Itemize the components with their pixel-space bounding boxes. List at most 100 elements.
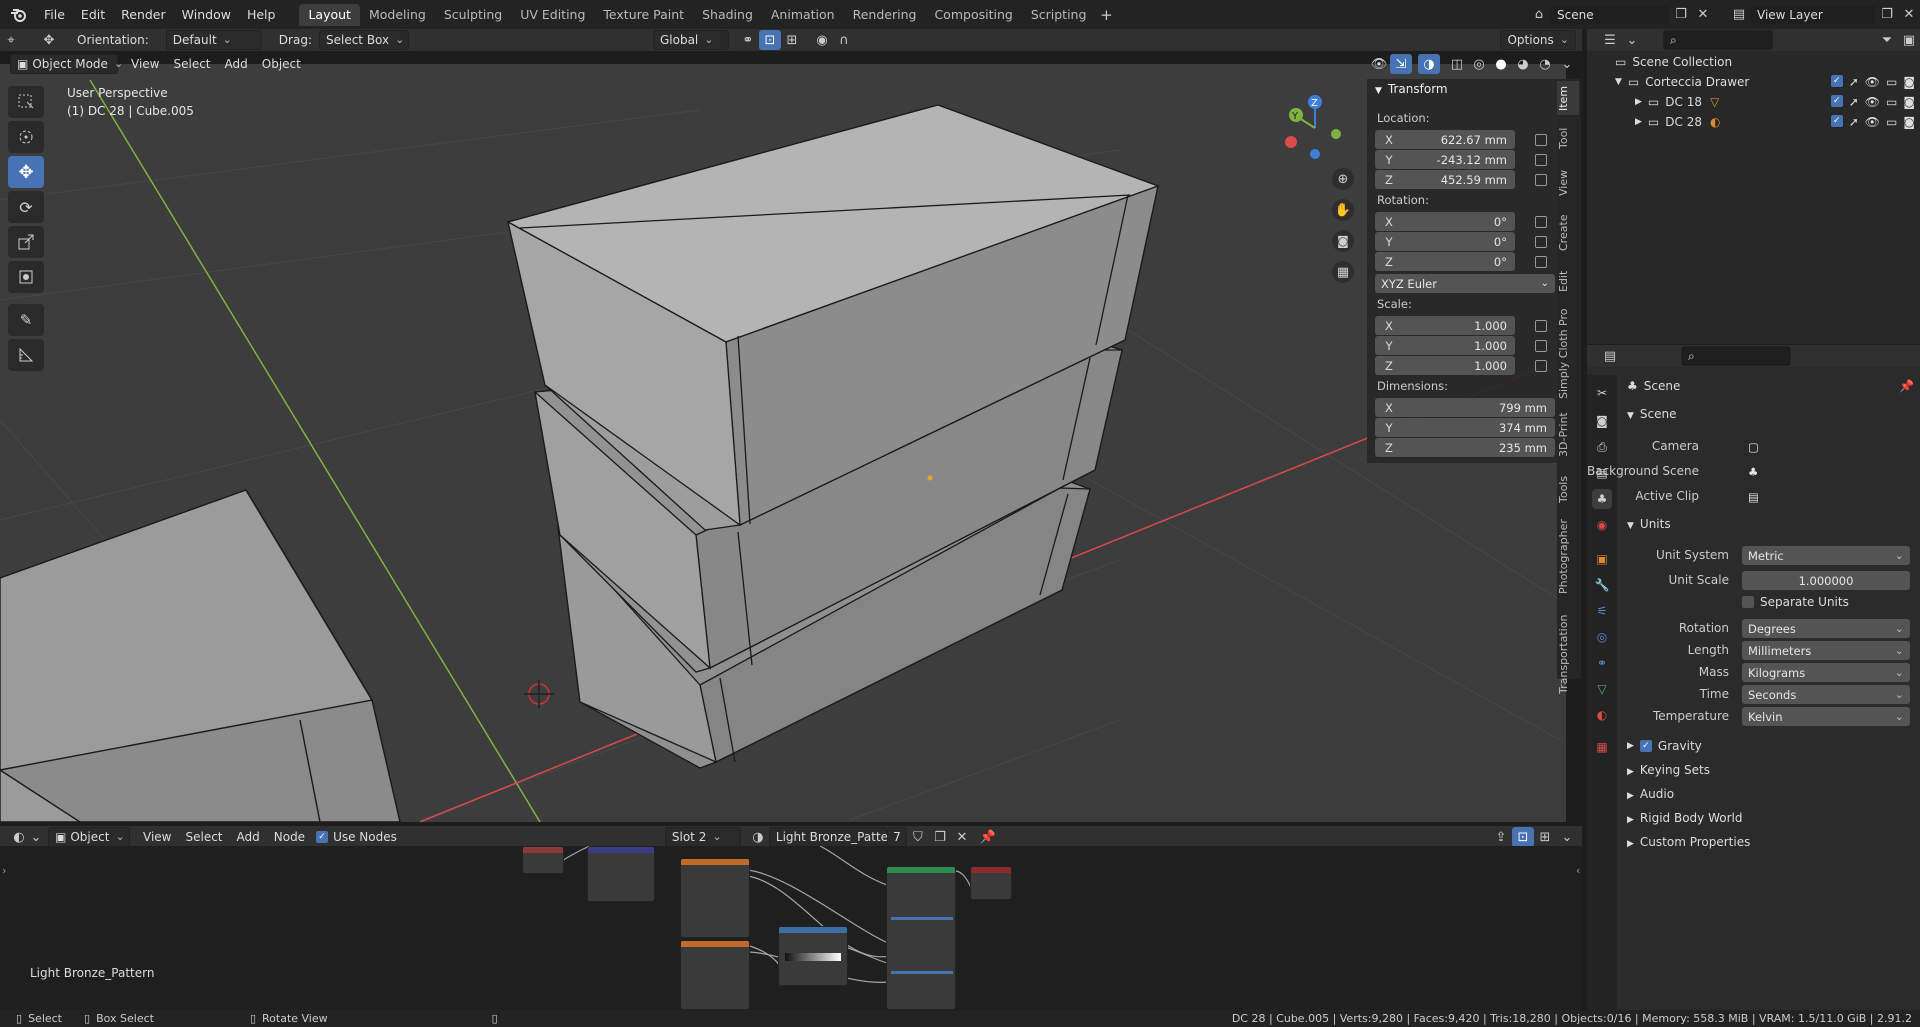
separate-units-checkbox[interactable]: Separate Units	[1742, 595, 1849, 609]
time-dropdown[interactable]: Seconds	[1742, 685, 1910, 704]
lock-rotation-x-icon[interactable]	[1535, 216, 1547, 228]
tab-item[interactable]: Item	[1557, 81, 1579, 115]
tab-layout[interactable]: Layout	[299, 3, 360, 26]
duplicate-material-icon[interactable]: ❐	[929, 827, 951, 847]
copy-scene-icon[interactable]: ❐	[1670, 5, 1692, 25]
scale-tool-icon[interactable]	[8, 226, 44, 258]
shader-type-dropdown[interactable]: ▣ Object	[48, 827, 130, 847]
rotation-units-dropdown[interactable]: Degrees	[1742, 619, 1910, 638]
audio-panel-header[interactable]: ▶ Audio	[1627, 787, 1674, 801]
copy-view-layer-icon[interactable]: ❐	[1876, 5, 1898, 25]
tab-tools[interactable]: Tools	[1557, 469, 1579, 509]
tab-sculpting[interactable]: Sculpting	[435, 4, 511, 26]
scene-panel-header[interactable]: ▼ Scene	[1627, 407, 1677, 421]
cursor-tool-icon[interactable]	[8, 121, 44, 153]
node-mapping[interactable]	[587, 846, 655, 902]
material-preview-icon[interactable]: ◑	[747, 827, 769, 847]
render-camera-icon[interactable]: ◙	[1903, 115, 1915, 129]
tab-view[interactable]: View	[1557, 165, 1579, 201]
remove-scene-icon[interactable]: ✕	[1692, 5, 1714, 25]
orientation-dropdown[interactable]: Default	[165, 30, 262, 50]
outliner-row-corteccia-drawer[interactable]: ▼ ▭ Corteccia Drawer ✓ ➚ 👁 ▭ ◙	[1615, 75, 1915, 89]
node-image-texture-roughness[interactable]	[680, 940, 750, 1010]
tab-animation[interactable]: Animation	[762, 4, 844, 26]
node-menu-node[interactable]: Node	[267, 830, 312, 844]
xray-icon[interactable]: ◫	[1446, 54, 1468, 74]
snap-node-icon[interactable]: ⊡	[1512, 827, 1534, 847]
render-camera-icon[interactable]: ◙	[1903, 75, 1915, 89]
rotation-z-field[interactable]: Z 0°	[1375, 252, 1515, 271]
shading-rendered-icon[interactable]: ◔	[1534, 54, 1556, 74]
tab-scripting[interactable]: Scripting	[1022, 4, 1096, 26]
viewport-disable-icon[interactable]: ▭	[1886, 115, 1897, 129]
separate-units-box[interactable]	[1742, 596, 1754, 608]
tab-simply-cloth-pro[interactable]: Simply Cloth Pro	[1557, 305, 1579, 403]
transform-panel-header[interactable]: ▼ Transform	[1375, 82, 1448, 96]
drag-dropdown[interactable]: Select Box	[318, 30, 409, 50]
render-properties-icon[interactable]: ◙	[1592, 411, 1612, 431]
outliner-editor-type-icon[interactable]: ☰	[1599, 30, 1621, 50]
location-x-field[interactable]: X 622.67 mm	[1375, 130, 1515, 149]
unit-system-dropdown[interactable]: Metric	[1742, 546, 1910, 565]
menu-file[interactable]: File	[36, 0, 73, 29]
selectable-icon[interactable]: ➚	[1849, 115, 1859, 129]
slot-dropdown[interactable]: Slot 2	[664, 827, 741, 847]
dimensions-z-field[interactable]: Z 235 mm	[1375, 438, 1555, 457]
lock-scale-x-icon[interactable]	[1535, 320, 1547, 332]
properties-editor-type-icon[interactable]: ▤	[1599, 346, 1621, 366]
shading-solid-icon[interactable]: ●	[1490, 54, 1512, 74]
tab-modeling[interactable]: Modeling	[360, 4, 435, 26]
tab-compositing[interactable]: Compositing	[925, 4, 1021, 26]
menu-window[interactable]: Window	[174, 0, 239, 29]
menu-render[interactable]: Render	[113, 0, 174, 29]
node-menu-view[interactable]: View	[136, 830, 178, 844]
measure-tool-icon[interactable]	[8, 339, 44, 371]
camera-field[interactable]: ▢	[1742, 437, 1910, 456]
navigation-gizmo[interactable]: Z Y	[1280, 90, 1350, 160]
node-color-ramp[interactable]	[778, 926, 848, 986]
lock-rotation-y-icon[interactable]	[1535, 236, 1547, 248]
snap-target-icon[interactable]: ⊞	[781, 30, 803, 50]
eye-icon[interactable]: 👁	[1865, 115, 1880, 129]
chevron-down-icon[interactable]: ⌄	[30, 827, 42, 847]
eye-icon[interactable]: 👁	[1865, 75, 1880, 89]
outliner-row-dc-18[interactable]: ▶ ▭ DC 18 ▽ ✓ ➚ 👁 ▭ ◙	[1635, 95, 1915, 109]
node-menu-select[interactable]: Select	[178, 830, 229, 844]
rotation-mode-dropdown[interactable]: XYZ Euler ⌄	[1375, 274, 1555, 293]
filter-icon[interactable]: ⏷	[1876, 30, 1898, 50]
outliner-row-scene-collection[interactable]: ▭ Scene Collection	[1615, 55, 1732, 69]
length-dropdown[interactable]: Millimeters	[1742, 641, 1910, 660]
exclude-checkbox[interactable]: ✓	[1830, 75, 1843, 87]
tab-edit[interactable]: Edit	[1557, 265, 1579, 297]
properties-search-input[interactable]: ⌕	[1681, 346, 1791, 366]
exclude-checkbox[interactable]: ✓	[1830, 95, 1843, 107]
active-clip-field[interactable]: ▤	[1742, 487, 1910, 506]
new-collection-icon[interactable]: ▣	[1898, 30, 1920, 50]
mass-dropdown[interactable]: Kilograms	[1742, 663, 1910, 682]
annotate-tool-icon[interactable]: ✎	[8, 304, 44, 336]
scale-z-field[interactable]: Z 1.000	[1375, 356, 1515, 375]
snap-icon[interactable]: ⊡	[758, 30, 781, 50]
ortho-grid-icon[interactable]: ▦	[1332, 261, 1354, 283]
keying-sets-panel-header[interactable]: ▶ Keying Sets	[1627, 763, 1710, 777]
selectable-icon[interactable]: ➚	[1849, 75, 1859, 89]
shading-material-icon[interactable]: ◕	[1512, 54, 1534, 74]
fake-user-shield-icon[interactable]: ⛉	[907, 827, 929, 847]
shading-wireframe-icon[interactable]: ◎	[1468, 54, 1490, 74]
viewport-disable-icon[interactable]: ▭	[1886, 75, 1897, 89]
lock-scale-y-icon[interactable]	[1535, 340, 1547, 352]
scale-x-field[interactable]: X 1.000	[1375, 316, 1515, 335]
mode-dropdown[interactable]: ▣ Object Mode	[10, 54, 118, 74]
world-properties-icon[interactable]: ◉	[1592, 515, 1612, 535]
rotate-tool-icon[interactable]: ⟳	[8, 191, 44, 223]
tool-properties-icon[interactable]: ✂	[1592, 383, 1612, 403]
node-editor[interactable]: › ‹ Light Bronze_Pattern	[0, 846, 1582, 1010]
rotation-x-field[interactable]: X 0°	[1375, 212, 1515, 231]
tab-texture-paint[interactable]: Texture Paint	[594, 4, 693, 26]
lock-location-x-icon[interactable]	[1535, 134, 1547, 146]
tab-transportation[interactable]: Transportation	[1557, 605, 1579, 703]
node-principled-bsdf[interactable]	[886, 866, 956, 1010]
lock-location-z-icon[interactable]	[1535, 174, 1547, 186]
expand-arrow-icon[interactable]: ▶	[1635, 97, 1642, 107]
view-layer-selector[interactable]: View Layer	[1750, 4, 1876, 25]
